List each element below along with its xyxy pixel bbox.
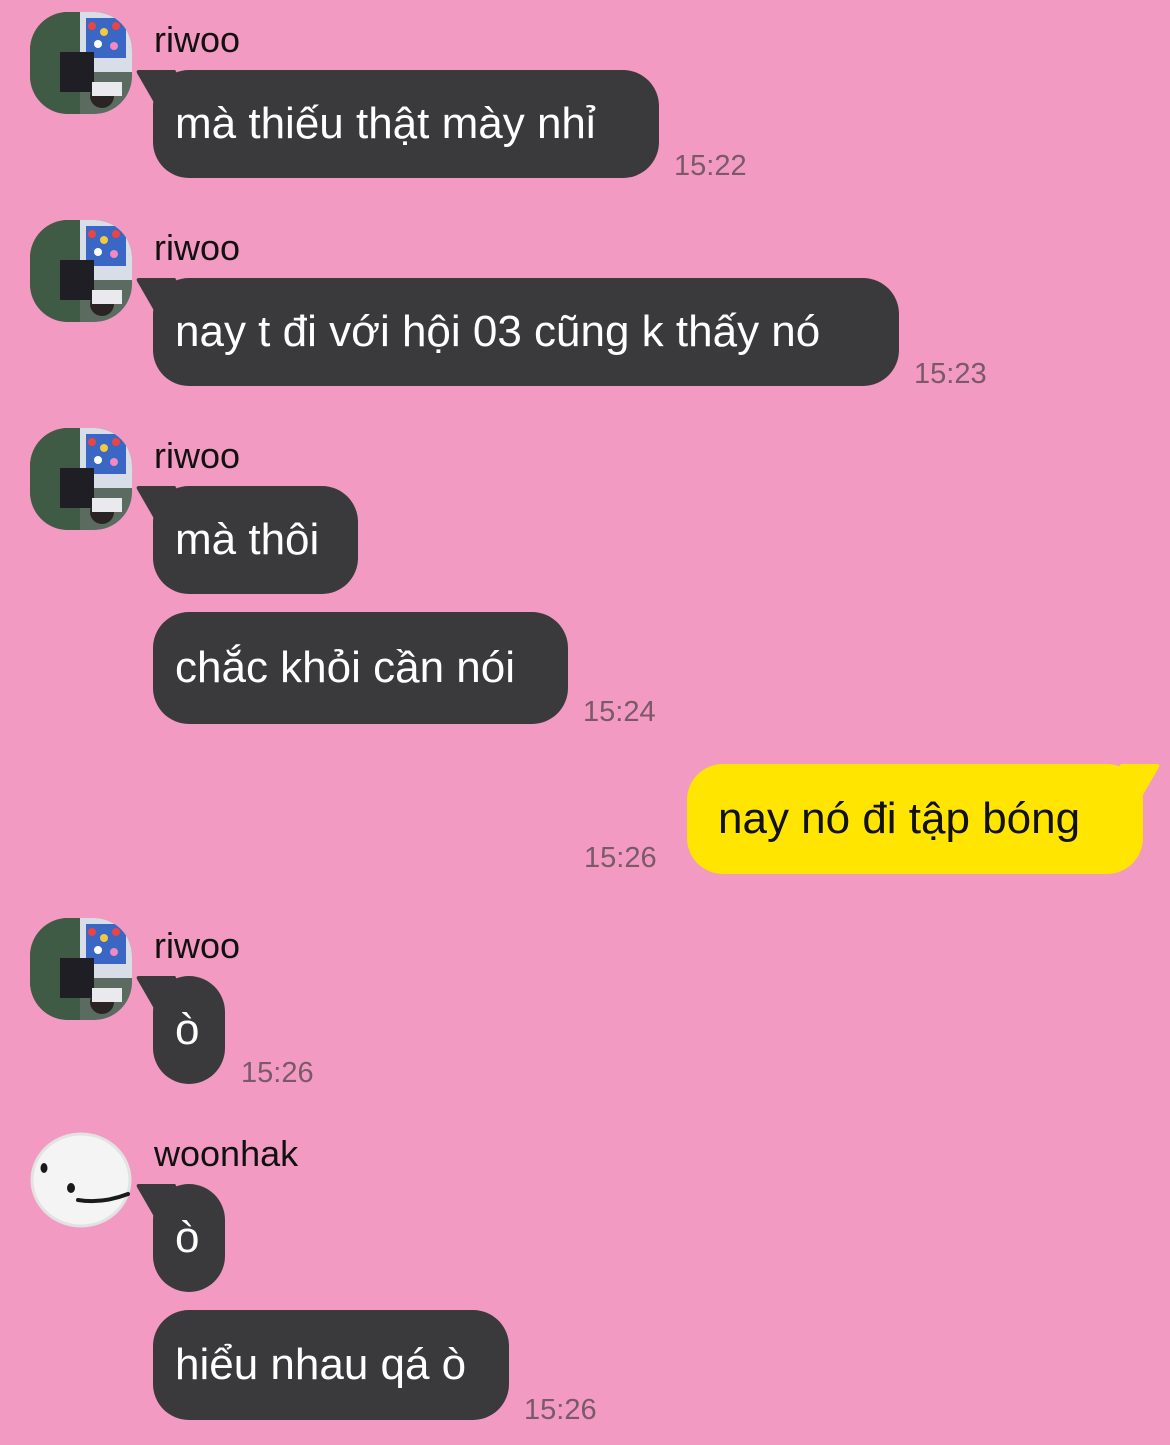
message-text: nay nó đi tập bóng	[718, 794, 1081, 843]
message-timestamp: 15:26	[241, 1057, 314, 1089]
message-bubble[interactable]: nay t đi với hội 03 cũng k thấy nó	[153, 278, 899, 386]
message-timestamp: 15:26	[524, 1394, 597, 1426]
message-timestamp: 15:22	[674, 150, 747, 182]
message-text: ò	[175, 1213, 200, 1262]
sender-name: woonhak	[154, 1133, 299, 1174]
outgoing-message-bubble[interactable]: nay nó đi tập bóng	[687, 764, 1143, 874]
sender-name: riwoo	[154, 925, 241, 966]
message-bubble[interactable]: mà thôi	[153, 486, 358, 594]
message-timestamp: 15:23	[914, 358, 987, 390]
sender-name: riwoo	[154, 19, 241, 60]
message-text: hiểu nhau qá ò	[175, 1340, 467, 1389]
avatar-riwoo[interactable]	[30, 220, 132, 322]
sender-name: riwoo	[154, 227, 241, 268]
smiley-plush-avatar-icon	[30, 1126, 132, 1228]
photo-avatar-icon	[30, 428, 132, 530]
message-text: ò	[175, 1005, 200, 1054]
sender-name: riwoo	[154, 435, 241, 476]
avatar-riwoo[interactable]	[30, 12, 132, 114]
message-bubble[interactable]: mà thiếu thật mày nhỉ	[153, 70, 659, 178]
avatar-riwoo[interactable]	[30, 918, 132, 1020]
photo-avatar-icon	[30, 12, 132, 114]
message-bubble[interactable]: ò	[153, 1184, 225, 1292]
avatar-riwoo[interactable]	[30, 428, 132, 530]
photo-avatar-icon	[30, 918, 132, 1020]
message-timestamp: 15:26	[584, 842, 657, 874]
message-text: chắc khỏi cần nói	[175, 643, 515, 692]
message-bubble[interactable]: ò	[153, 976, 225, 1084]
message-text: nay t đi với hội 03 cũng k thấy nó	[175, 307, 821, 356]
message-bubble[interactable]: hiểu nhau qá ò	[153, 1310, 509, 1420]
message-bubble[interactable]: chắc khỏi cần nói	[153, 612, 568, 724]
message-text: mà thiếu thật mày nhỉ	[175, 99, 596, 148]
avatar-woonhak[interactable]	[30, 1126, 132, 1228]
message-timestamp: 15:24	[583, 696, 656, 728]
photo-avatar-icon	[30, 220, 132, 322]
message-text: mà thôi	[175, 515, 320, 564]
